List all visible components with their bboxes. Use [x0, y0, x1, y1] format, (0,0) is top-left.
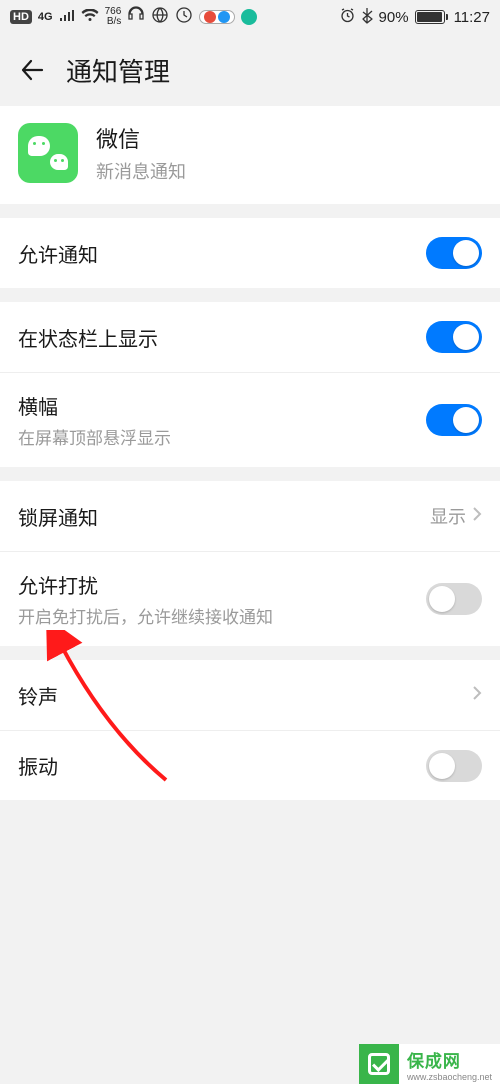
tencent-icon: [241, 9, 257, 25]
screen: HD 4G 766 B/s: [0, 0, 500, 1084]
app-name: 微信: [96, 122, 186, 154]
clock-icon: [175, 6, 193, 29]
back-button[interactable]: [18, 56, 46, 84]
banner-sub: 在屏幕顶部悬浮显示: [18, 424, 171, 449]
status-left: HD 4G 766 B/s: [10, 6, 257, 29]
banner-toggle[interactable]: [426, 404, 482, 436]
globe-icon: [151, 6, 169, 29]
section-allow: 允许通知: [0, 218, 500, 288]
signal-icon: [59, 9, 75, 26]
status-right: 90% 11:27: [339, 7, 490, 28]
watermark-logo: [359, 1044, 399, 1084]
headphones-icon: [127, 6, 145, 29]
app-info: 微信 新消息通知: [96, 122, 186, 184]
dnd-toggle[interactable]: [426, 583, 482, 615]
row-allow-notifications[interactable]: 允许通知: [0, 218, 500, 288]
net-speed: 766 B/s: [105, 7, 122, 27]
row-lockscreen[interactable]: 锁屏通知 显示: [0, 481, 500, 551]
section-lock-dnd: 锁屏通知 显示 允许打扰 开启免打扰后，允许继续接收通知: [0, 481, 500, 646]
chevron-right-icon: [472, 506, 482, 527]
row-statusbar[interactable]: 在状态栏上显示: [0, 302, 500, 372]
watermark-en: www.zsbaocheng.net: [407, 1072, 492, 1082]
allow-label: 允许通知: [18, 239, 98, 268]
wechat-icon: [18, 123, 78, 183]
net-speed-unit: B/s: [107, 17, 121, 27]
vibrate-toggle[interactable]: [426, 750, 482, 782]
lockscreen-value: 显示: [430, 503, 466, 529]
row-dnd[interactable]: 允许打扰 开启免打扰后，允许继续接收通知: [0, 551, 500, 646]
page-title: 通知管理: [66, 52, 170, 89]
battery-icon: [415, 10, 448, 24]
statusbar-label: 在状态栏上显示: [18, 323, 158, 352]
bluetooth-icon: [362, 7, 373, 28]
section-display: 在状态栏上显示 横幅 在屏幕顶部悬浮显示: [0, 302, 500, 467]
back-arrow-icon: [19, 57, 45, 83]
status-bar: HD 4G 766 B/s: [0, 0, 500, 34]
row-ringtone[interactable]: 铃声: [0, 660, 500, 730]
alarm-icon: [339, 7, 356, 28]
wifi-icon: [81, 9, 99, 26]
lockscreen-label: 锁屏通知: [18, 502, 98, 531]
pill-dot-red: [204, 11, 216, 23]
lte-icon: 4G: [38, 11, 53, 23]
allow-toggle[interactable]: [426, 237, 482, 269]
hd-badge: HD: [10, 10, 32, 24]
section-sound: 铃声 振动: [0, 660, 500, 800]
watermark-cn: 保成网: [407, 1047, 492, 1072]
ringtone-label: 铃声: [18, 681, 58, 710]
dnd-sub: 开启免打扰后，允许继续接收通知: [18, 603, 273, 628]
app-header: 微信 新消息通知: [0, 106, 500, 204]
pill-dot-blue: [218, 11, 230, 23]
row-vibrate[interactable]: 振动: [0, 730, 500, 800]
app-sub: 新消息通知: [96, 158, 186, 184]
dnd-label: 允许打扰: [18, 570, 273, 599]
title-bar: 通知管理: [0, 34, 500, 106]
chevron-right-icon: [472, 685, 482, 706]
clock-time: 11:27: [454, 9, 490, 26]
banner-label: 横幅: [18, 391, 171, 420]
watermark: 保成网 www.zsbaocheng.net: [359, 1044, 500, 1084]
app-pill: [199, 10, 235, 24]
vibrate-label: 振动: [18, 751, 58, 780]
statusbar-toggle[interactable]: [426, 321, 482, 353]
row-banner[interactable]: 横幅 在屏幕顶部悬浮显示: [0, 372, 500, 467]
battery-percent: 90%: [379, 9, 409, 26]
